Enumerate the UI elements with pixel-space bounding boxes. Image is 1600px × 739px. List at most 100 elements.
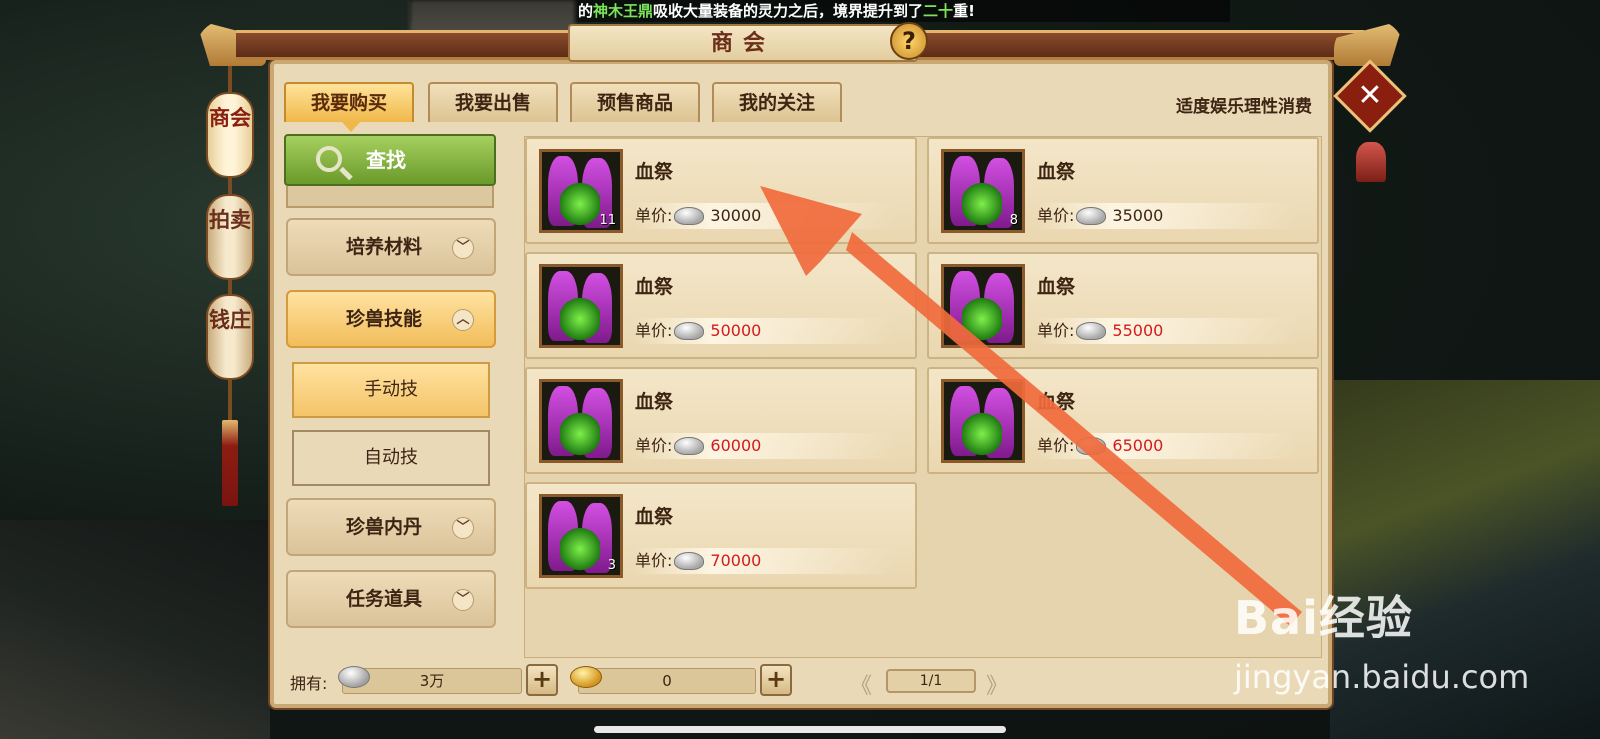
silver-icon: [1076, 436, 1107, 455]
item-quantity: 11: [599, 213, 616, 228]
item-grid: 11 血祭 单价: 30000 8 血祭 单价: 35000 血祭 单价: 50000…: [524, 136, 1322, 658]
item-name: 血祭: [635, 161, 674, 183]
item-name: 血祭: [635, 391, 674, 413]
tab-buy[interactable]: 我要购买: [284, 82, 414, 132]
subcategory-label: 手动技: [364, 379, 418, 400]
search-button[interactable]: 查找: [284, 134, 496, 186]
category-label: 珍兽技能: [346, 308, 423, 330]
price-label: 单价:: [635, 551, 673, 570]
item-card[interactable]: 血祭 单价: 60000: [525, 367, 917, 474]
item-name: 血祭: [635, 506, 674, 528]
help-icon[interactable]: ?: [890, 22, 928, 60]
search-icon: [316, 146, 342, 172]
price-value: 50000: [710, 321, 762, 340]
blood-sacrifice-skill-icon: [539, 379, 623, 463]
item-price: 单价: 55000: [1037, 318, 1297, 344]
tab-watchlist[interactable]: 我的关注: [712, 82, 842, 122]
search-label: 查找: [366, 148, 406, 172]
blood-sacrifice-skill-icon: [941, 379, 1025, 463]
add-silver-button[interactable]: +: [526, 664, 558, 696]
category-label: 任务道具: [346, 588, 423, 610]
price-value: 60000: [710, 436, 762, 455]
moderate-play-notice: 适度娱乐理性消费: [1176, 97, 1312, 117]
price-value: 55000: [1112, 321, 1164, 340]
item-name: 血祭: [1037, 161, 1076, 183]
window-title: 商会: [568, 24, 918, 62]
category-training-materials[interactable]: 培养材料 ﹀: [286, 218, 496, 276]
ticker-highlight-name: 神木王鼎: [593, 2, 654, 20]
silver-balance: 3万: [342, 668, 522, 694]
chevron-down-icon: ﹀: [452, 517, 474, 539]
item-price: 单价: 50000: [635, 318, 895, 344]
side-tab-paimai[interactable]: 拍卖: [206, 194, 254, 280]
item-quantity: 3: [607, 558, 616, 573]
price-value: 30000: [710, 206, 762, 225]
ticker-highlight-level: 二十: [923, 2, 954, 20]
item-price: 单价: 65000: [1037, 433, 1297, 459]
watermark-logo: Bai经验: [1234, 591, 1413, 645]
next-page-icon[interactable]: 》: [986, 668, 1008, 700]
gold-balance: 0: [578, 668, 756, 694]
silver-amount: 3万: [419, 672, 445, 690]
blood-sacrifice-skill-icon: 8: [941, 149, 1025, 233]
item-card[interactable]: 3 血祭 单价: 70000: [525, 482, 917, 589]
background-terrain-left: [0, 520, 270, 739]
price-value: 65000: [1112, 436, 1164, 455]
side-tab-label: 商会: [209, 105, 251, 130]
watermark-url: jingyan.baidu.com: [1234, 658, 1530, 696]
price-label: 单价:: [635, 436, 673, 455]
tab-label: 我要购买: [310, 92, 387, 114]
trade-panel: 我要购买 我要出售 预售商品 我的关注 适度娱乐理性消费 查找 培养材料 ﹀ 珍…: [270, 60, 1332, 708]
tab-label: 我要出售: [454, 92, 531, 114]
ticker-prefix: 的: [578, 2, 594, 20]
item-quantity: 8: [1009, 213, 1018, 228]
tab-presale[interactable]: 预售商品: [570, 82, 700, 122]
home-indicator[interactable]: [594, 726, 1006, 733]
silver-icon: [1076, 206, 1107, 225]
ticker-suffix: 重!: [953, 2, 975, 20]
item-card[interactable]: 8 血祭 单价: 35000: [927, 137, 1319, 244]
tab-sell[interactable]: 我要出售: [428, 82, 558, 122]
subcategory-manual-skill[interactable]: 手动技: [292, 362, 490, 418]
page-indicator: 1/1: [886, 669, 976, 693]
silver-icon: [674, 436, 705, 455]
tab-label: 预售商品: [596, 92, 673, 114]
nav-divider: [286, 186, 494, 208]
chevron-down-icon: ﹀: [452, 589, 474, 611]
blood-sacrifice-skill-icon: [941, 264, 1025, 348]
item-price: 单价: 30000: [635, 203, 895, 229]
item-name: 血祭: [1037, 276, 1076, 298]
close-button[interactable]: ✕: [1333, 59, 1407, 133]
blood-sacrifice-skill-icon: 11: [539, 149, 623, 233]
category-pet-core[interactable]: 珍兽内丹 ﹀: [286, 498, 496, 556]
system-ticker: 的神木王鼎吸收大量装备的灵力之后，境界提升到了二十重!: [410, 0, 1230, 58]
category-label: 培养材料: [346, 236, 423, 258]
price-label: 单价:: [635, 321, 673, 340]
subcategory-label: 自动技: [364, 447, 418, 468]
subcategory-auto-skill[interactable]: 自动技: [292, 430, 490, 486]
item-card[interactable]: 血祭 单价: 55000: [927, 252, 1319, 359]
item-card[interactable]: 11 血祭 单价: 30000: [525, 137, 917, 244]
side-tab-shanghui[interactable]: 商会: [206, 92, 254, 178]
tassel-ornament: [222, 420, 238, 506]
item-name: 血祭: [635, 276, 674, 298]
ticker-middle: 吸收大量装备的灵力之后，境界提升到了: [653, 2, 924, 20]
item-price: 单价: 60000: [635, 433, 895, 459]
blood-sacrifice-skill-icon: 3: [539, 494, 623, 578]
category-label: 珍兽内丹: [346, 516, 423, 538]
price-label: 单价:: [1037, 321, 1075, 340]
item-card[interactable]: 血祭 单价: 65000: [927, 367, 1319, 474]
category-pet-skills[interactable]: 珍兽技能 ︿: [286, 290, 496, 348]
gold-amount: 0: [662, 672, 672, 690]
category-quest-items[interactable]: 任务道具 ﹀: [286, 570, 496, 628]
close-icon: ✕: [1357, 78, 1383, 113]
side-tab-label: 拍卖: [209, 207, 251, 232]
item-card[interactable]: 血祭 单价: 50000: [525, 252, 917, 359]
window-titlebar: 商会 ?: [196, 20, 1404, 66]
add-gold-button[interactable]: +: [760, 664, 792, 696]
chevron-up-icon: ︿: [452, 309, 474, 331]
item-price: 单价: 35000: [1037, 203, 1297, 229]
prev-page-icon[interactable]: 《: [850, 668, 872, 700]
side-tab-qianzhuang[interactable]: 钱庄: [206, 294, 254, 380]
price-value: 35000: [1112, 206, 1164, 225]
